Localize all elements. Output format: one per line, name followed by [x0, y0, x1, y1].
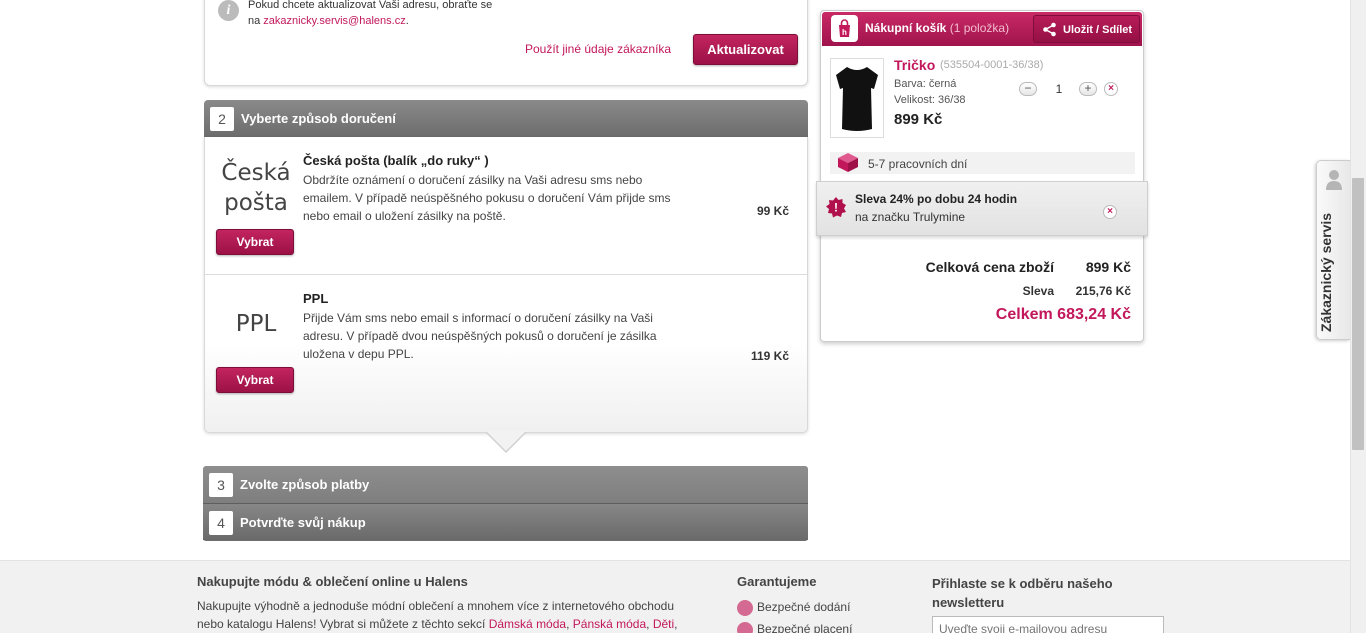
svg-text:h: h	[842, 28, 847, 37]
choose-ppl-button[interactable]: Vybrat	[216, 367, 294, 393]
collapsed-steps: 3 Zvolte způsob platby 4 Potvrďte svůj n…	[203, 466, 808, 541]
step-number: 3	[209, 473, 233, 497]
newsletter-heading-line: newsletteru	[932, 595, 1005, 610]
discount-label: Sleva	[1022, 284, 1054, 298]
minus-icon: −	[1024, 81, 1032, 95]
choose-ceska-posta-button[interactable]: Vybrat	[216, 229, 294, 255]
product-size: Velikost: 36/38	[894, 94, 966, 106]
promo-title: Sleva 24% po dobu 24 hodin	[855, 192, 1018, 206]
check-icon	[737, 622, 753, 633]
use-other-customer-data-link[interactable]: Použít jiné údaje zákazníka	[525, 42, 671, 56]
alert-icon: !	[825, 196, 847, 218]
shipping-option-title: Česká pošta (balík „do ruky“ )	[303, 153, 489, 168]
close-promo-button[interactable]: ×	[1103, 205, 1117, 219]
footer-text-line: Nakupujte výhodně a jednoduše módní oble…	[197, 599, 674, 613]
ceska-posta-logo: Česká pošta	[216, 158, 296, 218]
scrollbar-thumb[interactable]	[1352, 178, 1364, 450]
product-color: Barva: černá	[894, 78, 957, 90]
subtotal-value: 899 Kč	[1085, 259, 1131, 275]
update-button[interactable]: Aktualizovat	[693, 34, 798, 65]
step-number: 2	[210, 107, 234, 131]
customer-service-email-link[interactable]: zakaznicky.servis@halens.cz	[263, 15, 405, 27]
guarantee-item: Bezpečné dodání	[757, 600, 851, 614]
share-icon	[1042, 22, 1057, 40]
address-info-text: Pokud chcete aktualizovat Vaši adresu, o…	[248, 0, 548, 29]
cart-title-text: Nákupní košík	[865, 21, 947, 35]
check-icon	[737, 600, 753, 616]
logo-line: pošta	[224, 190, 288, 216]
shipping-option-price: 119 Kč	[750, 349, 789, 363]
shipping-option-price: 99 Kč	[756, 204, 789, 218]
newsletter-heading: Přihlaste se k odběru našeho newsletteru	[932, 574, 1113, 612]
delivery-time: 5-7 pracovních dní	[868, 157, 968, 171]
payment-step-header[interactable]: 3 Zvolte způsob platby	[203, 466, 808, 503]
info-text-suffix: .	[405, 15, 409, 27]
shopping-bag-icon: h	[831, 15, 858, 42]
step-title: Zvolte způsob platby	[240, 477, 370, 492]
confirm-step-header[interactable]: 4 Potvrďte svůj nákup	[203, 503, 808, 540]
newsletter-email-input[interactable]	[932, 616, 1164, 633]
info-text-line: Pokud chcete aktualizovat Vaši adresu, o…	[248, 0, 493, 11]
divider	[205, 274, 807, 275]
delivery-step-header[interactable]: 2 Vyberte způsob doručení	[204, 100, 808, 137]
close-icon: ×	[1108, 83, 1114, 94]
customer-service-label: Zákaznický servis	[1318, 212, 1334, 332]
footer-text: Nakupujte výhodně a jednoduše módní oble…	[197, 599, 678, 631]
save-share-button[interactable]: Uložit / Sdílet	[1033, 15, 1140, 43]
close-icon: ×	[1107, 206, 1113, 217]
footer-heading: Nakupujte módu & oblečení online u Halen…	[197, 574, 468, 589]
user-icon	[1325, 169, 1343, 196]
info-text-prefix: na	[248, 15, 264, 27]
remove-item-button[interactable]: ×	[1104, 82, 1118, 96]
ppl-logo: PPL	[235, 311, 277, 337]
product-code: (535504-0001-36/38)	[940, 59, 1044, 71]
footer-link-kids[interactable]: Děti	[653, 617, 674, 631]
cart-item-count: (1 položka)	[949, 21, 1010, 35]
logo-line: Česká	[221, 160, 291, 186]
cart-title: Nákupní košík (1 položka)	[865, 21, 1009, 35]
step-number: 4	[209, 511, 233, 535]
info-icon: i	[218, 0, 239, 21]
step-title: Potvrďte svůj nákup	[240, 515, 366, 530]
shipping-option-description: Obdržíte oznámení o doručení zásilky na …	[303, 173, 671, 223]
footer-link-mens-fashion[interactable]: Pánská móda	[573, 617, 646, 631]
product-price: 899 Kč	[894, 111, 943, 128]
guarantee-item: Bezpečné placení	[757, 622, 853, 633]
package-icon	[836, 151, 860, 173]
product-name-link[interactable]: Tričko	[894, 57, 935, 73]
share-button-label: Uložit / Sdílet	[1063, 24, 1133, 36]
subtotal-label: Celková cena zboží	[925, 259, 1054, 275]
cart-total: Celkem 683,24 Kč	[995, 306, 1131, 323]
svg-text:!: !	[834, 201, 838, 215]
quantity-value: 1	[1055, 82, 1063, 96]
promo-subtitle: na značku Trulymine	[855, 210, 966, 224]
promo-banner	[816, 181, 1148, 236]
guarantee-heading: Garantujeme	[737, 574, 817, 589]
increase-quantity-button[interactable]: +	[1079, 82, 1097, 96]
shipping-option-description: Přijde Vám sms nebo email s informací o …	[303, 311, 657, 361]
newsletter-heading-line: Přihlaste se k odběru našeho	[932, 576, 1113, 591]
step-title: Vyberte způsob doručení	[241, 111, 396, 126]
decrease-quantity-button[interactable]: −	[1019, 82, 1037, 96]
footer-link-womens-fashion[interactable]: Dámská móda	[489, 617, 566, 631]
discount-value: 215,76 Kč	[1075, 284, 1131, 298]
plus-icon: +	[1084, 81, 1092, 95]
step-arrow-inner	[486, 431, 526, 451]
footer-text-line: nebo katalogu Halens! Vybrat si můžete z…	[197, 617, 489, 631]
shipping-option-title: PPL	[303, 291, 329, 306]
product-image[interactable]	[830, 58, 884, 138]
